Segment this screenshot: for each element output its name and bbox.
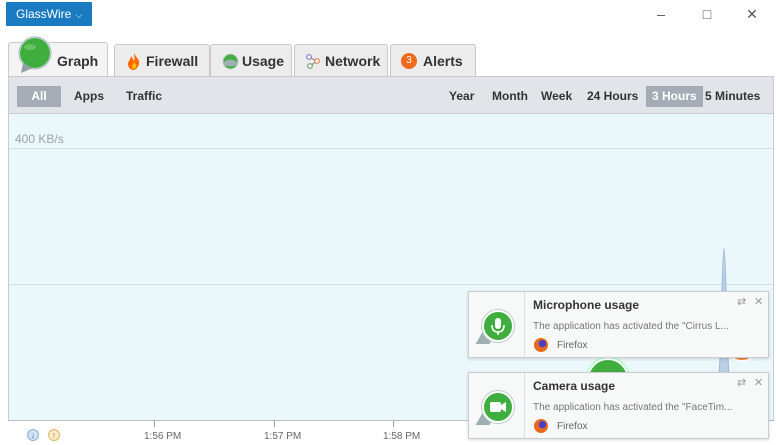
range-month-button[interactable]: Month [486, 86, 534, 107]
grid-line [9, 284, 773, 285]
filter-all-button[interactable]: All [17, 86, 61, 107]
download-indicator-icon: ↓ [27, 429, 39, 441]
network-nodes-icon [306, 54, 320, 69]
brand-menu-button[interactable]: GlassWire ⌵ [6, 2, 93, 26]
y-axis-label: 400 KB/s [15, 132, 64, 146]
range-24-hours-button[interactable]: 24 Hours [581, 86, 644, 107]
maximize-button[interactable]: □ [696, 3, 718, 25]
tab-alerts-label: Alerts [423, 53, 463, 69]
axis-tick [154, 421, 155, 427]
tab-network-label: Network [325, 53, 381, 69]
alerts-badge-icon: 3 [401, 53, 417, 69]
tab-firewall[interactable]: Firewall [114, 44, 210, 76]
filter-traffic-button[interactable]: Traffic [120, 86, 168, 107]
notification-message: The application has activated the "FaceT… [533, 402, 733, 413]
minimize-button[interactable]: – [650, 3, 672, 25]
notification-icon-area [469, 373, 525, 438]
tab-network[interactable]: Network [294, 44, 388, 76]
chevron-down-icon: ⌵ [75, 10, 83, 20]
notification-app: Firefox [557, 340, 588, 351]
tab-usage[interactable]: Usage [210, 44, 292, 76]
glasswire-window: GlassWire ⌵ – □ ✕ Graph Firewall Usage N… [0, 0, 776, 445]
time-label: 1:56 PM [144, 431, 182, 442]
pin-icon[interactable]: ⇄ [737, 376, 746, 389]
notification-camera[interactable]: Camera usage ⇄ ✕ The application has act… [468, 372, 769, 439]
tab-usage-label: Usage [242, 53, 285, 69]
notification-icon-area [469, 292, 525, 357]
time-label: 1:57 PM [264, 431, 302, 442]
close-button[interactable]: ✕ [741, 3, 763, 25]
filter-apps-button[interactable]: Apps [68, 86, 110, 107]
range-week-button[interactable]: Week [535, 86, 578, 107]
pin-icon[interactable]: ⇄ [737, 295, 746, 308]
range-year-button[interactable]: Year [443, 86, 480, 107]
notification-title: Camera usage [533, 379, 616, 393]
close-icon[interactable]: ✕ [754, 295, 763, 308]
range-5-minutes-button[interactable]: 5 Minutes [699, 86, 766, 107]
microphone-icon [482, 310, 514, 342]
brand-label: GlassWire [16, 7, 72, 21]
close-icon[interactable]: ✕ [754, 376, 763, 389]
graph-toolbar: All Apps Traffic Year Month Week 24 Hour… [8, 76, 774, 114]
tab-alerts[interactable]: 3 Alerts [390, 44, 476, 76]
range-3-hours-button[interactable]: 3 Hours [646, 86, 703, 107]
tab-firewall-label: Firewall [146, 53, 199, 69]
axis-tick [274, 421, 275, 427]
time-label: 1:58 PM [383, 431, 421, 442]
notification-app: Firefox [557, 421, 588, 432]
notification-message: The application has activated the "Cirru… [533, 321, 729, 332]
graph-globe-icon [18, 36, 52, 73]
upload-indicator-icon: ↑ [48, 429, 60, 441]
tab-graph-label: Graph [57, 53, 99, 69]
flame-icon [128, 53, 140, 70]
grid-line [9, 148, 773, 149]
usage-globe-icon [222, 53, 239, 70]
tab-graph[interactable]: Graph [8, 36, 108, 76]
notification-title: Microphone usage [533, 298, 640, 312]
firefox-icon [534, 419, 548, 433]
axis-tick [393, 421, 394, 427]
notification-microphone[interactable]: Microphone usage ⇄ ✕ The application has… [468, 291, 769, 358]
firefox-icon [534, 338, 548, 352]
camera-icon [482, 391, 514, 423]
